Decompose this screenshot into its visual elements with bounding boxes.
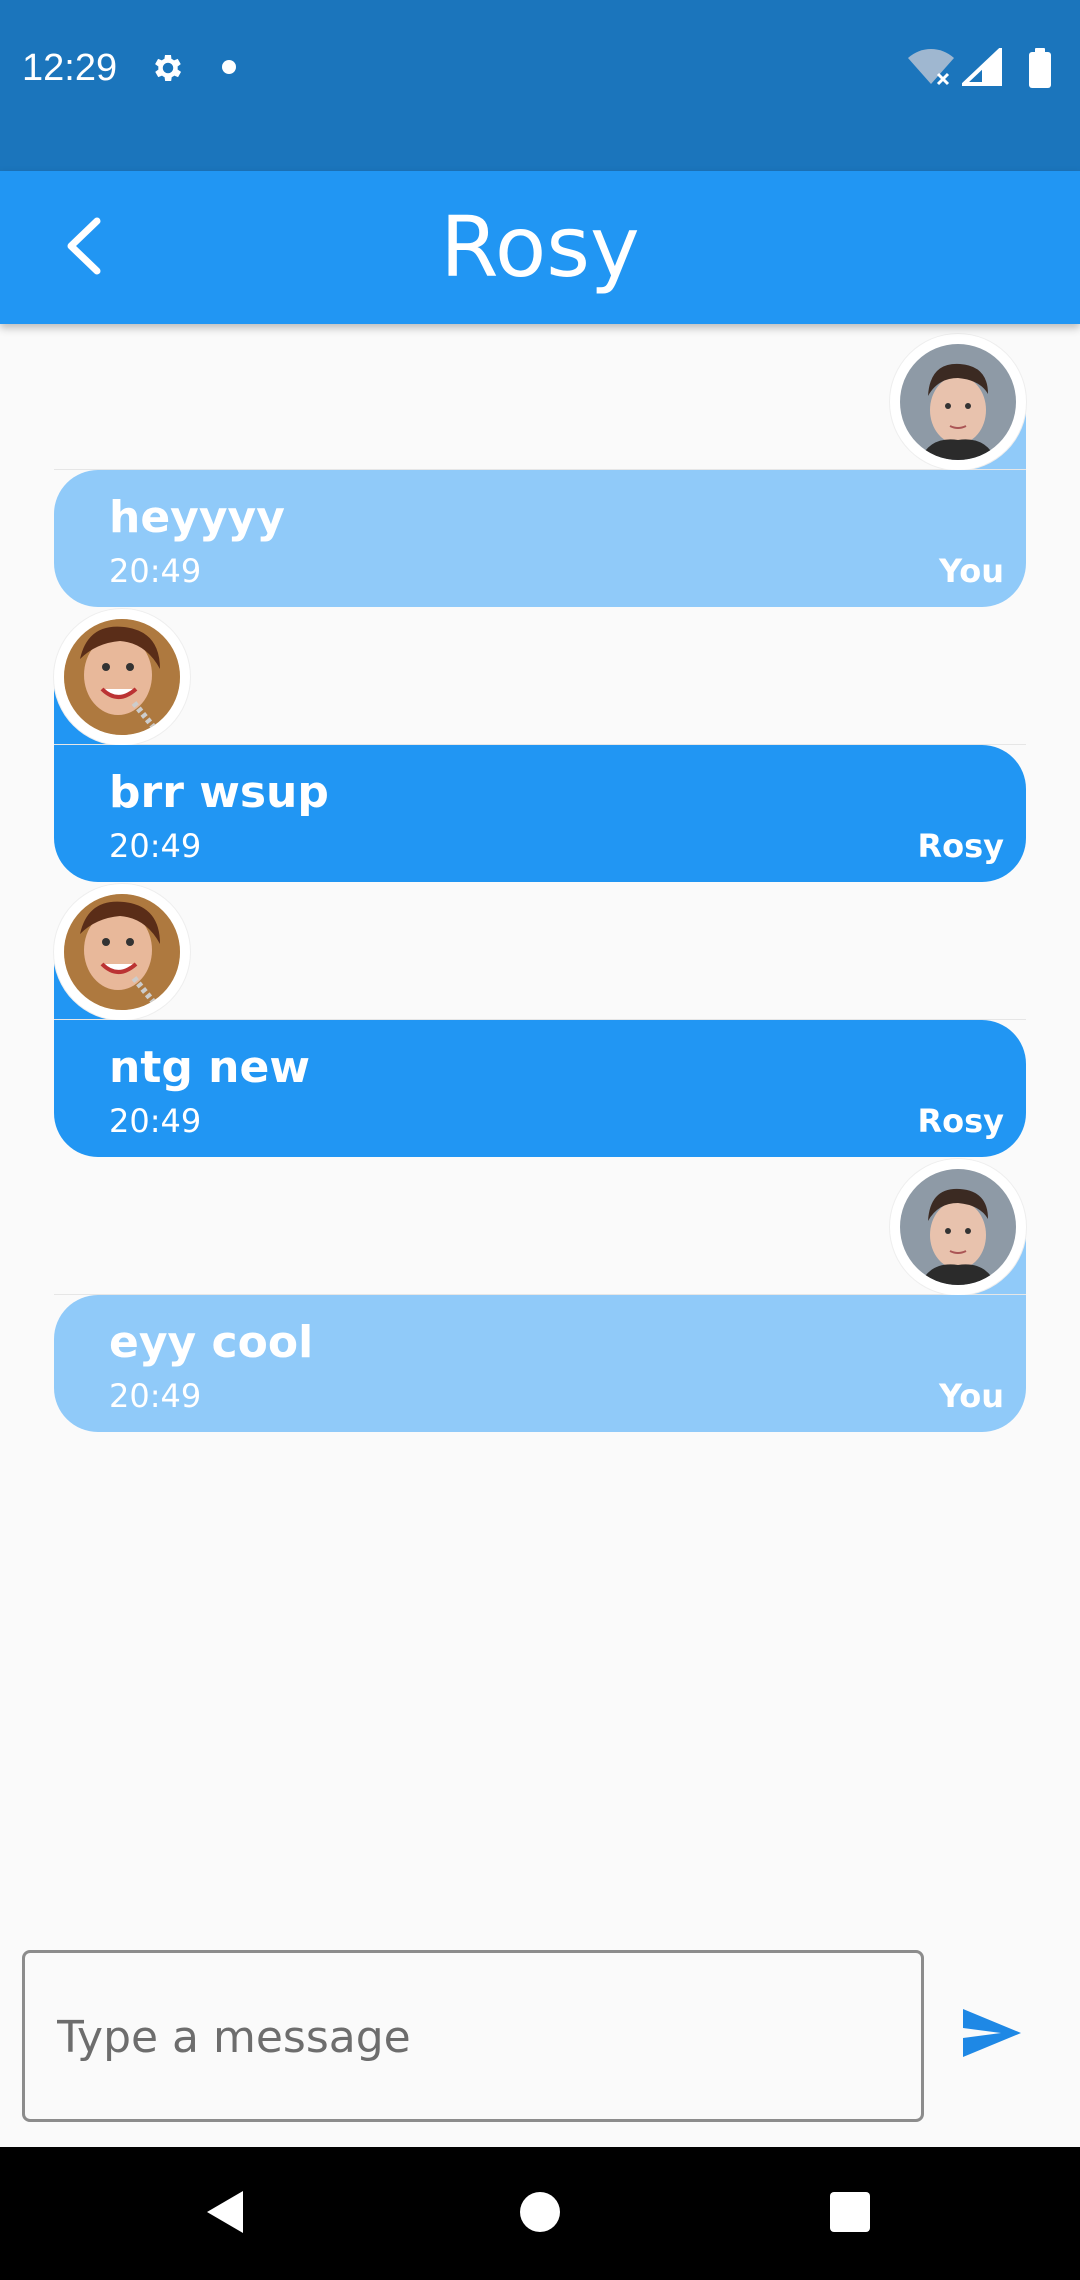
message-author: You bbox=[939, 1377, 1004, 1415]
nav-recents-button[interactable] bbox=[785, 2147, 915, 2280]
avatar[interactable] bbox=[54, 609, 190, 745]
message-bubble[interactable]: eyy cool 20:49 You bbox=[54, 1295, 1026, 1432]
message-text: heyyyy bbox=[109, 492, 285, 543]
message-text: eyy cool bbox=[109, 1317, 314, 1368]
send-button[interactable] bbox=[955, 1998, 1029, 2072]
message-bubble[interactable]: ntg new 20:49 Rosy bbox=[54, 1020, 1026, 1157]
status-bar: 12:29 bbox=[0, 0, 1080, 171]
message-text: brr wsup bbox=[109, 767, 329, 818]
male-avatar-image bbox=[900, 344, 1016, 460]
message-item: heyyyy 20:49 You bbox=[54, 332, 1026, 607]
message-time: 20:49 bbox=[109, 1102, 202, 1140]
message-item: eyy cool 20:49 You bbox=[54, 1157, 1026, 1432]
recents-square-icon bbox=[829, 2191, 871, 2237]
avatar[interactable] bbox=[890, 334, 1026, 470]
avatar[interactable] bbox=[54, 884, 190, 1020]
female-avatar-image bbox=[64, 619, 180, 735]
message-text: ntg new bbox=[109, 1042, 310, 1093]
status-icons bbox=[908, 48, 1058, 88]
message-item: ntg new 20:49 Rosy bbox=[54, 882, 1026, 1157]
message-author: You bbox=[939, 552, 1004, 590]
send-icon bbox=[961, 2007, 1023, 2063]
home-circle-icon bbox=[519, 2191, 561, 2237]
message-time: 20:49 bbox=[109, 552, 202, 590]
nav-home-button[interactable] bbox=[475, 2147, 605, 2280]
back-triangle-icon bbox=[205, 2189, 245, 2239]
message-time: 20:49 bbox=[109, 1377, 202, 1415]
message-bubble[interactable]: heyyyy 20:49 You bbox=[54, 470, 1026, 607]
message-item: brr wsup 20:49 Rosy bbox=[54, 607, 1026, 882]
message-bubble[interactable]: brr wsup 20:49 Rosy bbox=[54, 745, 1026, 882]
female-avatar-image bbox=[64, 894, 180, 1010]
notification-dot-icon bbox=[222, 60, 236, 74]
message-input-box[interactable] bbox=[22, 1950, 924, 2122]
app-bar: Rosy bbox=[0, 171, 1080, 324]
status-time: 12:29 bbox=[22, 47, 118, 89]
message-list: heyyyy 20:49 You brr wsup 20:49 Rosy ntg… bbox=[0, 324, 1080, 1924]
system-nav-bar bbox=[0, 2147, 1080, 2280]
message-time: 20:49 bbox=[109, 827, 202, 865]
message-input[interactable] bbox=[55, 1953, 899, 2121]
message-author: Rosy bbox=[917, 1102, 1004, 1140]
nav-back-button[interactable] bbox=[160, 2147, 290, 2280]
male-avatar-image bbox=[900, 1169, 1016, 1285]
avatar[interactable] bbox=[890, 1159, 1026, 1295]
message-author: Rosy bbox=[917, 827, 1004, 865]
chat-title: Rosy bbox=[440, 198, 640, 296]
gear-icon bbox=[150, 50, 186, 86]
